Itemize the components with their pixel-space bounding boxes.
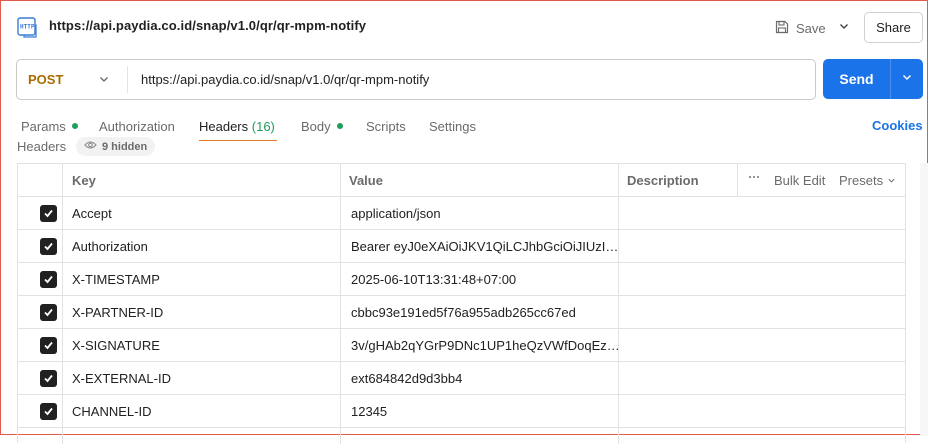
tab-label: Params <box>21 119 66 134</box>
tab-label: Body <box>301 119 331 134</box>
header-description[interactable] <box>619 329 905 362</box>
method-select[interactable]: POST <box>17 60 127 99</box>
headers-table: Key Value Description Bulk Edit Presets … <box>17 163 906 444</box>
row-checkbox[interactable] <box>40 271 57 288</box>
save-button[interactable]: Save <box>774 15 826 41</box>
table-row: Authorization Bearer eyJ0eXAiOiJKV1QiLCJ… <box>18 230 905 263</box>
save-icon <box>774 19 790 38</box>
share-button[interactable]: Share <box>864 12 923 43</box>
chevron-down-icon <box>887 173 896 188</box>
header-key[interactable]: Authorization <box>72 239 148 254</box>
header-value[interactable]: application/json <box>351 206 621 221</box>
header-value[interactable]: ext684842d9d3bb4 <box>351 371 621 386</box>
tab-label: Headers <box>199 119 249 134</box>
chevron-down-icon <box>901 70 913 88</box>
header-description[interactable] <box>619 395 905 428</box>
status-dot <box>336 122 343 129</box>
table-row: X-PARTNER-ID cbbc93e191ed5f76a955adb265c… <box>18 296 905 329</box>
headers-count: (16) <box>251 119 275 134</box>
http-request-icon: HTTP <box>16 15 40 39</box>
tab-headers[interactable]: Headers (16) <box>199 119 275 134</box>
row-checkbox[interactable] <box>40 403 57 420</box>
row-checkbox[interactable] <box>40 337 57 354</box>
header-value[interactable]: Bearer eyJ0eXAiOiJKV1QiLCJhbGciOiJIUzI1N… <box>351 239 621 254</box>
method-label: POST <box>28 72 64 87</box>
header-description[interactable] <box>619 230 905 263</box>
row-checkbox[interactable] <box>40 205 57 222</box>
chevron-down-icon <box>98 73 110 88</box>
table-row: X-SIGNATURE 3v/gHAb2qYGrP9DNc1UP1heQzVWf… <box>18 329 905 362</box>
url-input[interactable]: https://api.paydia.co.id/snap/v1.0/qr/qr… <box>141 72 429 87</box>
cookies-link[interactable]: Cookies <box>872 118 923 133</box>
header-key[interactable]: X-SIGNATURE <box>72 338 160 353</box>
more-options-icon[interactable] <box>748 171 760 186</box>
header-description[interactable] <box>619 263 905 296</box>
presets-dropdown[interactable]: Presets <box>839 173 896 188</box>
headers-section-title: Headers <box>17 139 67 154</box>
tab-params[interactable]: Params <box>21 119 78 134</box>
url-bar: POST https://api.paydia.co.id/snap/v1.0/… <box>16 59 816 100</box>
send-options-button[interactable] <box>891 59 923 99</box>
tab-settings[interactable]: Settings <box>429 119 476 134</box>
column-header-value: Value <box>349 173 383 188</box>
hidden-count: 9 hidden <box>102 140 148 153</box>
table-row: X-TIMESTAMP 2025-06-10T13:31:48+07:00 <box>18 263 905 296</box>
header-description[interactable] <box>619 362 905 395</box>
header-value[interactable]: 3v/gHAb2qYGrP9DNc1UP1heQzVWfDoqEz9... <box>351 338 621 353</box>
divider <box>127 66 128 93</box>
table-row: CHANNEL-ID 12345 <box>18 395 905 428</box>
svg-text:HTTP: HTTP <box>20 24 35 31</box>
column-header-key: Key <box>72 173 96 188</box>
send-button-group: Send <box>823 59 923 99</box>
status-dot <box>71 122 78 129</box>
tab-scripts[interactable]: Scripts <box>366 119 406 134</box>
header-value[interactable]: 2025-06-10T13:31:48+07:00 <box>351 272 621 287</box>
chevron-down-icon <box>838 19 850 37</box>
column-header-description: Description <box>627 173 699 188</box>
request-title[interactable]: https://api.paydia.co.id/snap/v1.0/qr/qr… <box>49 18 366 33</box>
save-options-button[interactable] <box>833 15 855 41</box>
row-checkbox[interactable] <box>40 370 57 387</box>
hidden-headers-toggle[interactable]: 9 hidden <box>76 137 156 156</box>
header-description[interactable] <box>619 197 905 230</box>
header-value[interactable]: cbbc93e191ed5f76a955adb265cc67ed <box>351 305 621 320</box>
tab-authorization[interactable]: Authorization <box>99 119 175 134</box>
table-row: Accept application/json <box>18 197 905 230</box>
presets-label: Presets <box>839 173 884 188</box>
header-key[interactable]: CHANNEL-ID <box>72 404 151 419</box>
header-key[interactable]: Accept <box>72 206 112 221</box>
column-divider <box>737 164 738 197</box>
row-checkbox[interactable] <box>40 304 57 321</box>
bulk-edit-button[interactable]: Bulk Edit <box>774 173 825 188</box>
active-tab-indicator <box>199 140 277 141</box>
tab-body[interactable]: Body <box>301 119 343 134</box>
header-key[interactable]: X-PARTNER-ID <box>72 305 163 320</box>
row-checkbox[interactable] <box>40 238 57 255</box>
vertical-scrollbar[interactable] <box>920 163 928 436</box>
request-header: HTTP https://api.paydia.co.id/snap/v1.0/… <box>1 1 927 53</box>
header-key[interactable]: X-EXTERNAL-ID <box>72 371 171 386</box>
send-button[interactable]: Send <box>823 59 890 99</box>
header-value[interactable]: 12345 <box>351 404 621 419</box>
eye-icon <box>84 140 97 153</box>
header-key[interactable]: X-TIMESTAMP <box>72 272 160 287</box>
table-row: X-EXTERNAL-ID ext684842d9d3bb4 <box>18 362 905 395</box>
header-description[interactable] <box>619 296 905 329</box>
save-label: Save <box>796 20 826 36</box>
